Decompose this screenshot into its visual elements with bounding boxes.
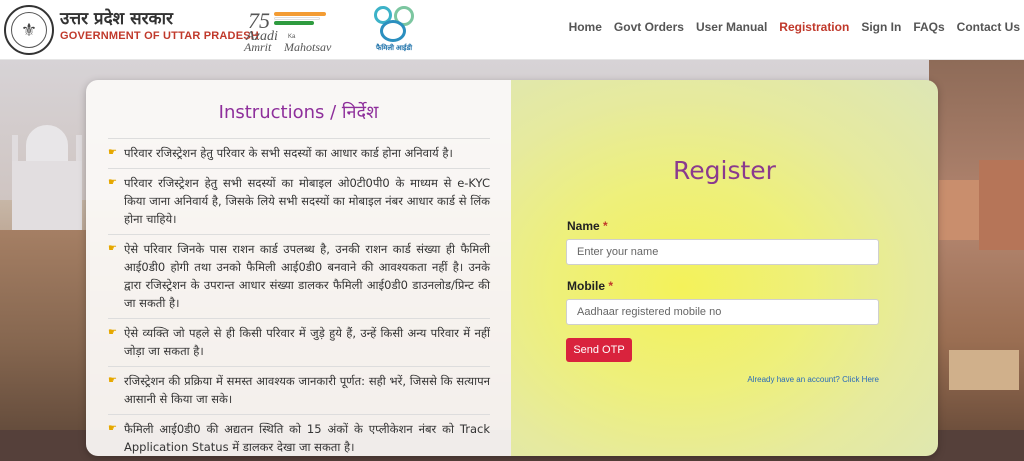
site-header: ⚜ उत्तर प्रदेश सरकार GOVERNMENT OF UTTAR… [0,0,1024,60]
background-ground-left [0,230,90,461]
azadi-ka-amrit-mahotsav-logo: 75 Azadi Ka Amrit Mahotsav [244,8,334,54]
instructions-panel: Instructions / निर्देश ☛ परिवार रजिस्ट्र… [86,80,511,456]
instruction-item: ☛ परिवार रजिस्ट्रेशन हेतु सभी सदस्यों का… [108,168,490,234]
instruction-text: ऐसे व्यक्ति जो पहले से ही किसी परिवार मे… [124,326,490,358]
send-otp-button[interactable]: Send OTP [566,338,632,362]
nav-sign-in[interactable]: Sign In [861,20,901,34]
nav-user-manual[interactable]: User Manual [696,20,767,34]
background-city-right [929,60,1024,461]
nav-faqs[interactable]: FAQs [913,20,944,34]
instructions-list: ☛ परिवार रजिस्ट्रेशन हेतु परिवार के सभी … [108,138,490,456]
instruction-text: परिवार रजिस्ट्रेशन हेतु सभी सदस्यों का म… [124,176,490,226]
emblem-icon: ⚜ [11,12,47,48]
required-marker: * [603,219,608,233]
azadi-logo-line2b: Mahotsav [284,40,332,54]
sign-in-link[interactable]: Already have an account? Click Here [747,375,879,384]
register-title: Register [673,156,776,185]
registration-card: Instructions / निर्देश ☛ परिवार रजिस्ट्र… [86,80,938,456]
government-name-english: GOVERNMENT OF UTTAR PRADESH [60,30,259,42]
name-label: Name * [567,219,608,233]
instruction-item: ☛ रजिस्ट्रेशन की प्रक्रिया में समस्त आवश… [108,366,490,414]
family-id-logo-label: फैमिली आईडी [375,45,413,52]
pointing-hand-icon: ☛ [108,375,117,386]
azadi-logo-line2a: Amrit [244,40,272,54]
name-input[interactable] [566,239,879,265]
instruction-item: ☛ फैमिली आई0डी0 की अद्यतन स्थिति को 15 अ… [108,414,490,456]
nav-home[interactable]: Home [569,20,602,34]
main-navigation: Home Govt Orders User Manual Registratio… [557,20,1020,34]
instruction-text: रजिस्ट्रेशन की प्रक्रिया में समस्त आवश्य… [124,374,490,406]
tricolor-flag-icon [274,12,326,26]
instruction-text: परिवार रजिस्ट्रेशन हेतु परिवार के सभी सद… [124,146,453,160]
family-id-logo: फैमिली आईडी [368,4,420,58]
required-marker: * [608,279,614,293]
instruction-text: फैमिली आई0डी0 की अद्यतन स्थिति को 15 अंक… [124,422,490,454]
instructions-title: Instructions / निर्देश [218,102,379,123]
instruction-item: ☛ ऐसे व्यक्ति जो पहले से ही किसी परिवार … [108,318,490,366]
nav-registration[interactable]: Registration [779,20,849,34]
register-form-panel: Register Name * Mobile * Send OTP Alread… [511,80,938,456]
pointing-hand-icon: ☛ [108,423,117,434]
government-name-hindi: उत्तर प्रदेश सरकार [60,9,173,29]
name-label-text: Name [567,219,600,233]
pointing-hand-icon: ☛ [108,243,117,254]
pointing-hand-icon: ☛ [108,327,117,338]
pointing-hand-icon: ☛ [108,177,117,188]
instruction-item: ☛ परिवार रजिस्ट्रेशन हेतु परिवार के सभी … [108,138,490,168]
nav-contact-us[interactable]: Contact Us [957,20,1020,34]
up-government-emblem-logo[interactable]: ⚜ [4,5,54,55]
mobile-input[interactable] [566,299,879,325]
instruction-item: ☛ ऐसे परिवार जिनके पास राशन कार्ड उपलब्ध… [108,234,490,318]
family-group-icon [380,20,406,42]
pointing-hand-icon: ☛ [108,147,117,158]
instruction-text: ऐसे परिवार जिनके पास राशन कार्ड उपलब्ध ह… [124,242,490,310]
mobile-label: Mobile * [567,279,613,293]
mobile-label-text: Mobile [567,279,605,293]
nav-govt-orders[interactable]: Govt Orders [614,20,684,34]
taj-mahal-image [12,115,82,235]
